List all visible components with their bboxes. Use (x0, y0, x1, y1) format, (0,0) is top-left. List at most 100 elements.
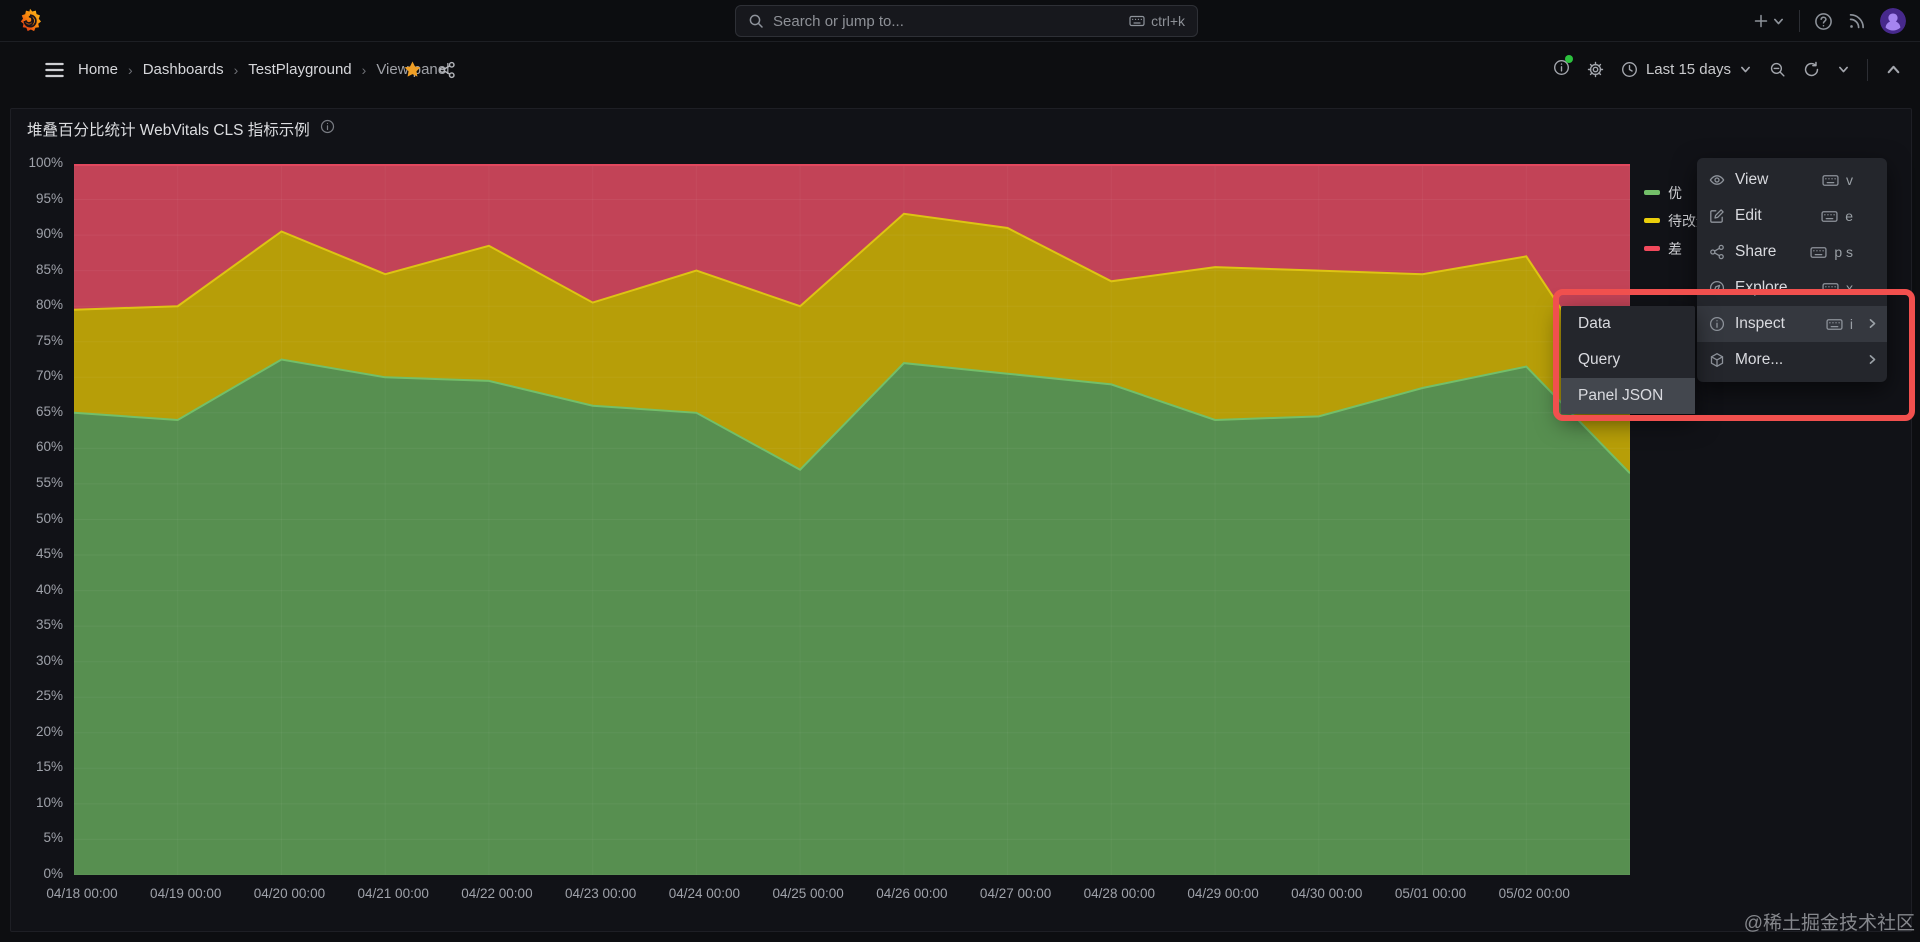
breadcrumb-item-home[interactable]: Home (78, 61, 118, 78)
y-tick-label: 85% (35, 261, 63, 277)
submenu-item-data[interactable]: Data (1561, 306, 1695, 342)
breadcrumb-item-dashboards[interactable]: Dashboards (143, 61, 224, 78)
menu-item-share[interactable]: Share p s (1697, 234, 1887, 270)
topbar-actions (1753, 0, 1906, 42)
y-tick-label: 35% (35, 617, 63, 633)
keyboard-icon (1822, 172, 1839, 189)
time-range-label: Last 15 days (1645, 61, 1731, 78)
new-button[interactable] (1753, 13, 1785, 29)
eye-icon (1709, 172, 1725, 188)
legend-color-dash (1644, 190, 1660, 195)
keyboard-icon (1810, 244, 1827, 261)
menu-item-inspect[interactable]: Inspect i (1697, 306, 1887, 342)
dashboard-actions (403, 60, 456, 79)
keyboard-icon (1129, 13, 1145, 29)
search-input[interactable]: Search or jump to... ctrl+k (735, 5, 1198, 37)
x-tick-label: 04/30 00:00 (1291, 886, 1363, 901)
notification-dot (1564, 54, 1573, 63)
chevron-right-icon (1866, 317, 1879, 330)
breadcrumb-item-testplayground[interactable]: TestPlayground (248, 61, 351, 78)
legend-color-dash (1644, 246, 1660, 251)
menu-shortcut-key: v (1846, 172, 1853, 188)
submenu-item-panel-json[interactable]: Panel JSON (1561, 378, 1695, 414)
dashboard-insights-button[interactable] (1553, 54, 1573, 81)
grafana-logo[interactable] (16, 7, 44, 35)
menu-item-label: View (1735, 171, 1769, 188)
panel-description-button[interactable] (320, 119, 335, 139)
y-tick-label: 80% (35, 297, 63, 313)
legend-label: 差 (1668, 240, 1682, 257)
x-tick-label: 04/26 00:00 (876, 886, 948, 901)
breadcrumb-separator: › (233, 61, 239, 78)
menu-item-label: Inspect (1735, 315, 1785, 332)
y-tick-label: 30% (35, 652, 63, 668)
menu-shortcut: p s (1810, 244, 1853, 261)
legend-label: 优 (1668, 184, 1682, 201)
dashboard-toolbar: Last 15 days (1553, 54, 1902, 81)
breadcrumb: Home › Dashboards › TestPlayground › View pane… (78, 61, 449, 78)
area-good (74, 359, 1630, 875)
help-button[interactable] (1814, 12, 1833, 31)
chart-panel: 堆叠百分比统计 WebVitals CLS 指标示例 100% 95% 90% 85%… (10, 108, 1912, 932)
x-tick-label: 04/22 00:00 (461, 886, 533, 901)
dashboard-settings-button[interactable] (1587, 61, 1604, 78)
menu-shortcut-key: e (1845, 208, 1853, 224)
pen-icon (1709, 208, 1725, 224)
user-avatar[interactable] (1880, 8, 1906, 34)
legend-color-dash (1644, 218, 1660, 223)
refresh-button[interactable] (1803, 61, 1820, 78)
share-nodes-icon (1709, 244, 1725, 260)
menu-item-edit[interactable]: Edit e (1697, 198, 1887, 234)
y-tick-label: 0% (43, 866, 63, 881)
menu-shortcut: e (1821, 208, 1853, 225)
y-tick-label: 15% (35, 759, 63, 775)
panel-header[interactable]: 堆叠百分比统计 WebVitals CLS 指标示例 (27, 118, 335, 140)
y-tick-label: 25% (35, 688, 63, 704)
favorite-star-icon[interactable] (403, 60, 422, 79)
y-tick-label: 55% (35, 474, 63, 490)
y-tick-label: 20% (35, 723, 63, 739)
menu-item-more[interactable]: More... (1697, 342, 1887, 378)
x-tick-label: 04/19 00:00 (150, 886, 222, 901)
menu-item-label: More... (1735, 351, 1784, 368)
menu-shortcut: i (1826, 316, 1853, 333)
submenu-item-query[interactable]: Query (1561, 342, 1695, 378)
toolbar-divider (1867, 58, 1868, 81)
y-tick-label: 75% (35, 332, 63, 348)
x-tick-label: 04/25 00:00 (772, 886, 844, 901)
x-tick-label: 04/21 00:00 (357, 886, 429, 901)
x-tick-label: 04/27 00:00 (979, 886, 1052, 901)
time-range-picker[interactable]: Last 15 days (1621, 61, 1752, 78)
menu-shortcut-key: i (1849, 316, 1853, 332)
search-placeholder: Search or jump to... (773, 12, 904, 30)
x-tick-label: 04/23 00:00 (564, 886, 637, 901)
mega-menu-toggle[interactable] (41, 60, 68, 80)
watermark: @稀土掘金技术社区 (1743, 913, 1915, 934)
menu-shortcut-key: p s (1834, 244, 1853, 260)
stacked-area-chart[interactable] (74, 164, 1630, 875)
refresh-interval-dropdown[interactable] (1837, 63, 1850, 76)
collapse-toolbar-button[interactable] (1885, 61, 1902, 78)
menu-item-view[interactable]: View v (1697, 162, 1887, 198)
panel-title: 堆叠百分比统计 WebVitals CLS 指标示例 (27, 122, 310, 139)
menu-item-label: Edit (1735, 207, 1762, 224)
x-tick-label: 04/28 00:00 (1083, 886, 1155, 901)
menu-item-label: Share (1735, 243, 1777, 260)
clock-icon (1621, 61, 1638, 78)
menu-item-label: Explore (1735, 279, 1788, 296)
chevron-down-icon (1772, 15, 1785, 28)
share-dashboard-icon[interactable] (438, 61, 456, 79)
y-tick-label: 65% (35, 403, 63, 419)
cube-icon (1709, 352, 1725, 368)
menu-item-explore[interactable]: Explore x (1697, 270, 1887, 306)
zoom-out-button[interactable] (1769, 61, 1786, 78)
keyboard-icon (1821, 208, 1838, 225)
breadcrumb-separator: › (128, 61, 133, 78)
compass-icon (1709, 280, 1725, 296)
search-icon (748, 13, 764, 29)
y-tick-label: 5% (43, 830, 63, 846)
x-tick-label: 05/02 00:00 (1498, 886, 1570, 901)
y-tick-label: 45% (35, 546, 63, 562)
news-button[interactable] (1847, 12, 1866, 31)
y-tick-label: 100% (28, 155, 63, 170)
